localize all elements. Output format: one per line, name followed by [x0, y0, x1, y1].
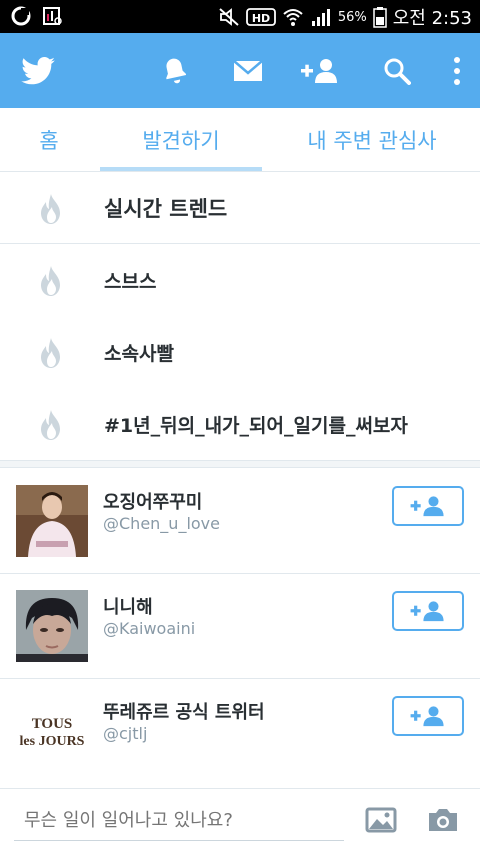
tab-home[interactable]: 홈	[0, 108, 98, 172]
svg-text:HD: HD	[252, 12, 270, 25]
follow-button[interactable]	[392, 591, 464, 631]
wifi-icon	[283, 9, 303, 26]
app-notification-icon	[11, 6, 31, 26]
user-name[interactable]: 뚜레쥬르 공식 트위터	[103, 698, 265, 724]
battery-icon	[372, 7, 387, 28]
add-user-icon	[410, 706, 444, 727]
svg-text:les JOURS: les JOURS	[20, 734, 85, 749]
battery-percent: 56%	[337, 9, 367, 25]
follow-button[interactable]	[392, 696, 464, 736]
hd-voice-icon: HD	[245, 8, 276, 26]
user-handle: @Chen_u_love	[103, 514, 220, 533]
flame-icon	[41, 410, 60, 440]
app-bar	[0, 33, 480, 108]
user-suggestion-row[interactable]: 니니해 @Kaiwoaini	[0, 574, 480, 679]
follow-button[interactable]	[392, 486, 464, 526]
mute-icon	[219, 8, 239, 26]
user-handle: @cjtlj	[103, 724, 148, 743]
avatar[interactable]	[16, 485, 88, 557]
tab-bar: 홈 발견하기 내 주변 관심사	[0, 108, 480, 172]
user-suggestion-row[interactable]: TOUS les JOURS 뚜레쥬르 공식 트위터 @cjtlj	[0, 679, 480, 784]
status-bar: HD 56% 오전 2:53	[0, 0, 480, 33]
trend-item[interactable]: 소속사빨	[0, 316, 480, 388]
notifications-icon[interactable]	[155, 51, 195, 91]
svg-text:TOUS: TOUS	[32, 716, 73, 732]
trend-label: 소속사빨	[104, 342, 174, 365]
tab-nearby[interactable]: 내 주변 관심사	[264, 108, 480, 172]
trend-label: 스브스	[104, 270, 157, 293]
avatar-tous-les-jours-logo[interactable]: TOUS les JOURS	[16, 695, 88, 767]
user-name[interactable]: 오징어쭈꾸미	[103, 488, 202, 514]
search-icon[interactable]	[377, 51, 417, 91]
tweet-composer-bar	[0, 788, 480, 853]
selected-tab-indicator	[100, 167, 262, 171]
tweet-composer-input[interactable]	[14, 801, 344, 841]
flame-icon	[41, 266, 60, 296]
user-suggestion-row[interactable]: 오징어쭈꾸미 @Chen_u_love	[0, 469, 480, 574]
flame-icon	[41, 338, 60, 368]
messages-icon[interactable]	[228, 51, 268, 91]
flame-icon	[41, 194, 60, 224]
gallery-notification-icon	[43, 7, 62, 25]
twitter-bird-icon[interactable]	[18, 51, 58, 91]
trends-header[interactable]: 실시간 트렌드	[0, 172, 480, 244]
trend-item[interactable]: #1년_뒤의_내가_되어_일기를_써보자	[0, 388, 480, 460]
tab-discover[interactable]: 발견하기	[98, 108, 264, 172]
overflow-menu-icon[interactable]	[437, 51, 477, 91]
camera-icon[interactable]	[426, 805, 460, 835]
trends-title: 실시간 트렌드	[104, 197, 228, 221]
add-user-icon	[410, 601, 444, 622]
photo-icon[interactable]	[364, 805, 398, 835]
signal-icon	[311, 9, 330, 26]
trend-label: #1년_뒤의_내가_되어_일기를_써보자	[104, 414, 408, 437]
user-handle: @Kaiwoaini	[103, 619, 196, 638]
avatar[interactable]	[16, 590, 88, 662]
section-divider	[0, 460, 480, 468]
status-clock: 오전 2:53	[392, 8, 472, 29]
trend-item[interactable]: 스브스	[0, 244, 480, 316]
add-user-icon	[410, 496, 444, 517]
user-name[interactable]: 니니해	[103, 593, 153, 619]
add-user-icon[interactable]	[299, 51, 339, 91]
